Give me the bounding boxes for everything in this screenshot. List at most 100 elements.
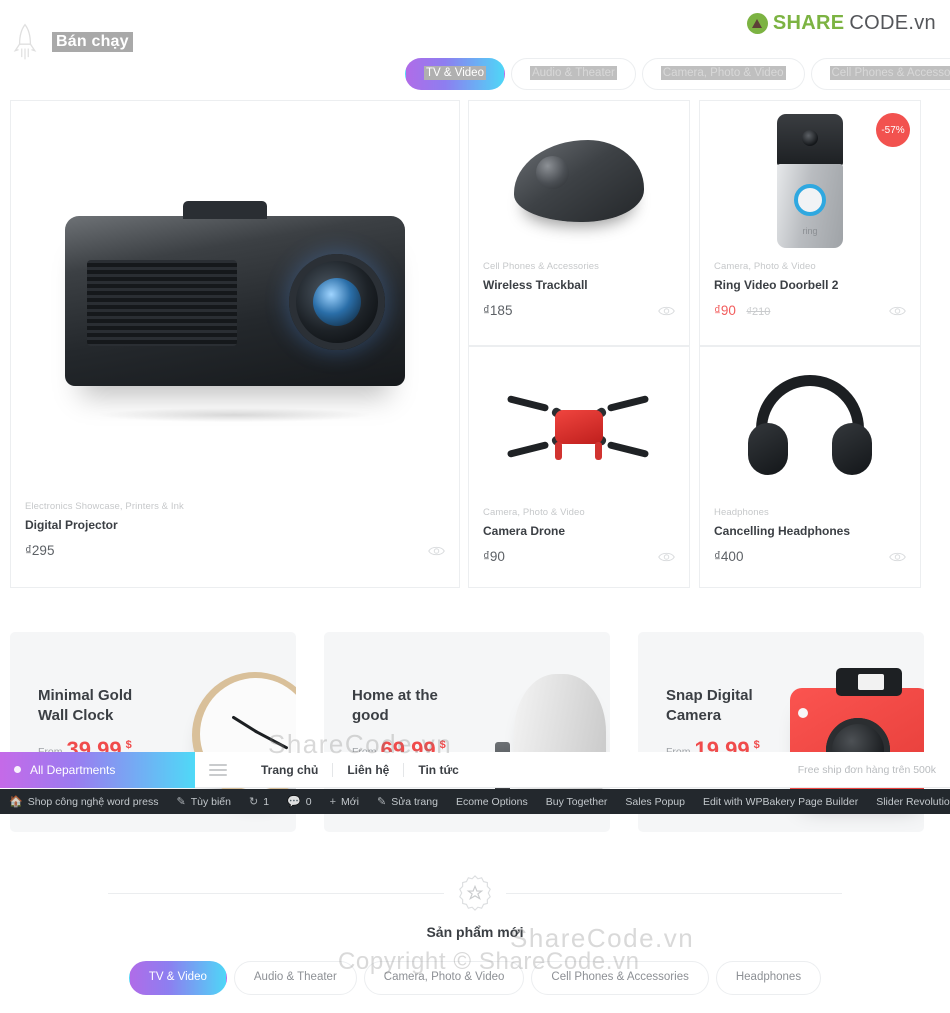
product-name: Digital Projector xyxy=(25,518,118,532)
quick-view-icon[interactable] xyxy=(889,551,906,563)
product-card-digital-projector[interactable]: Electronics Showcase, Printers & Ink Dig… xyxy=(10,100,460,588)
sticky-navigation-bar: All Departments Trang chủ Liên hệ Tin tứ… xyxy=(0,751,950,788)
headphones-art xyxy=(748,375,872,479)
product-category: Camera, Photo & Video xyxy=(483,507,585,518)
promo-currency: $ xyxy=(753,739,760,751)
admin-bar-buy-together[interactable]: Buy Together xyxy=(537,796,617,808)
trackball-art xyxy=(514,140,644,222)
nav-link-lien-he[interactable]: Liên hệ xyxy=(333,763,403,777)
quick-view-icon[interactable] xyxy=(889,305,906,317)
product-category: Electronics Showcase, Printers & Ink xyxy=(25,501,184,512)
product-info: Electronics Showcase, Printers & Ink Dig… xyxy=(11,501,459,560)
tab2-cell-phones-accessories[interactable]: Cell Phones & Accessories xyxy=(531,961,709,995)
product-sale-price: ₫90 xyxy=(714,303,736,318)
tab-label: Audio & Theater xyxy=(529,66,617,80)
tab2-camera-photo-video[interactable]: Camera, Photo & Video xyxy=(363,961,525,995)
product-card-camera-drone[interactable]: Camera, Photo & Video Camera Drone ₫90 xyxy=(468,346,690,588)
admin-bar-sales-popup[interactable]: Sales Popup xyxy=(616,796,694,808)
projector-art xyxy=(65,201,405,422)
product-info: Camera, Photo & Video Ring Video Doorbel… xyxy=(700,261,920,320)
rocket-icon xyxy=(13,23,37,60)
new-products-tabs: TV & Video Audio & Theater Camera, Photo… xyxy=(0,961,950,995)
admin-bar-slider-revolution[interactable]: Slider Revolution xyxy=(867,796,950,808)
pencil-icon: ✎ xyxy=(176,796,186,808)
product-card-wireless-trackball[interactable]: Cell Phones & Accessories Wireless Track… xyxy=(468,100,690,346)
customize-label: Tùy biến xyxy=(190,795,231,808)
product-price: ₫295 xyxy=(25,543,55,558)
admin-bar-updates[interactable]: ↻ 1 xyxy=(240,795,278,809)
product-name: Ring Video Doorbell 2 xyxy=(714,278,839,292)
tab-label: Camera, Photo & Video xyxy=(660,66,786,80)
product-name: Wireless Trackball xyxy=(483,278,588,292)
product-image-headphones xyxy=(700,347,920,507)
sharecode-logo-icon xyxy=(746,13,768,34)
nav-link-trang-chu[interactable]: Trang chủ xyxy=(247,763,332,777)
all-departments-button[interactable]: All Departments xyxy=(0,751,195,788)
quick-view-icon[interactable] xyxy=(658,305,675,317)
nav-link-tin-tuc[interactable]: Tin tức xyxy=(404,763,472,777)
admin-bar-wpbakery[interactable]: Edit with WPBakery Page Builder xyxy=(694,796,867,808)
product-card-ring-video-doorbell-2[interactable]: -57% ring Camera, Photo & Video Ring Vid… xyxy=(699,100,921,346)
page-title: Bán chạy xyxy=(52,32,133,52)
updates-count: 1 xyxy=(263,795,270,808)
drone-art xyxy=(506,384,650,470)
tab2-headphones[interactable]: Headphones xyxy=(715,961,822,995)
tab-label: Cell Phones & Accessories xyxy=(829,66,950,80)
wordpress-home-icon: 🏠 xyxy=(9,796,23,808)
product-info: Camera, Photo & Video Camera Drone ₫90 xyxy=(469,507,689,566)
section-divider xyxy=(0,874,950,912)
product-card-cancelling-headphones[interactable]: Headphones Cancelling Headphones ₫400 xyxy=(699,346,921,588)
product-name: Camera Drone xyxy=(483,524,566,538)
discount-badge: -57% xyxy=(876,113,910,147)
logo-secondary-text: CODE.vn xyxy=(849,12,936,34)
all-departments-label: All Departments xyxy=(30,762,116,777)
tab2-tv-video[interactable]: TV & Video xyxy=(128,961,227,995)
product-image-trackball xyxy=(469,101,689,261)
star-badge-icon xyxy=(456,874,494,912)
new-products-title: Sản phẩm mới xyxy=(426,924,524,940)
comments-count: 0 xyxy=(305,795,312,808)
bullet-icon xyxy=(14,766,21,773)
tab-cell-phones-accessories[interactable]: Cell Phones & Accessories xyxy=(810,58,950,90)
edit-pencil-icon: ✎ xyxy=(376,796,387,808)
promo-currency: $ xyxy=(125,739,132,751)
product-grid: Electronics Showcase, Printers & Ink Dig… xyxy=(10,100,940,588)
quick-view-icon[interactable] xyxy=(428,545,445,557)
product-image-projector xyxy=(11,101,459,501)
product-original-price: ₫210 xyxy=(746,306,771,318)
promo-title: Home at the good xyxy=(352,687,438,724)
product-price: ₫400 xyxy=(714,549,744,564)
quick-view-icon[interactable] xyxy=(658,551,675,563)
camera-viewfinder-art xyxy=(836,668,902,696)
refresh-icon: ↻ xyxy=(248,796,259,808)
edit-page-label: Sửa trang xyxy=(391,795,438,808)
promo-title: Snap Digital Camera xyxy=(666,687,753,724)
tab-tv-video[interactable]: TV & Video xyxy=(405,58,505,90)
admin-bar-edit-page[interactable]: ✎ Sửa trang xyxy=(368,795,447,809)
main-nav-links: Trang chủ Liên hệ Tin tức xyxy=(247,762,473,777)
sharecode-logo: SHARE CODE.vn xyxy=(746,12,936,35)
tab-label: TV & Video xyxy=(424,66,486,80)
admin-bar-new[interactable]: + Mới xyxy=(321,796,368,808)
tab2-audio-theater[interactable]: Audio & Theater xyxy=(233,961,357,995)
admin-bar-site-name[interactable]: 🏠 Shop công nghệ word press xyxy=(0,795,167,809)
tab-audio-theater[interactable]: Audio & Theater xyxy=(510,58,636,90)
product-category: Cell Phones & Accessories xyxy=(483,261,600,272)
admin-bar-ecome-options[interactable]: Ecome Options xyxy=(447,796,537,808)
tab-camera-photo-video[interactable]: Camera, Photo & Video xyxy=(641,58,805,90)
product-name: Cancelling Headphones xyxy=(714,524,851,538)
product-category: Camera, Photo & Video xyxy=(714,261,816,272)
admin-bar-customize[interactable]: ✎ Tùy biến xyxy=(167,795,240,809)
camera-flash-art xyxy=(798,708,808,718)
logo-primary-text: SHARE xyxy=(772,12,845,34)
plus-icon: + xyxy=(329,795,337,808)
shipping-note: Free ship đơn hàng trên 500k xyxy=(797,763,936,776)
admin-bar-comments[interactable]: 💬 0 xyxy=(278,795,321,809)
doorbell-art: ring xyxy=(777,114,843,248)
divider-line-left xyxy=(108,892,444,894)
bestsellers-tabs: TV & Video Audio & Theater Camera, Photo… xyxy=(405,58,950,90)
menu-hamburger-icon[interactable] xyxy=(209,763,227,776)
bestsellers-title-wrap: Bán chạy xyxy=(12,22,133,62)
product-price: ₫185 xyxy=(483,303,513,318)
product-info: Cell Phones & Accessories Wireless Track… xyxy=(469,261,689,320)
